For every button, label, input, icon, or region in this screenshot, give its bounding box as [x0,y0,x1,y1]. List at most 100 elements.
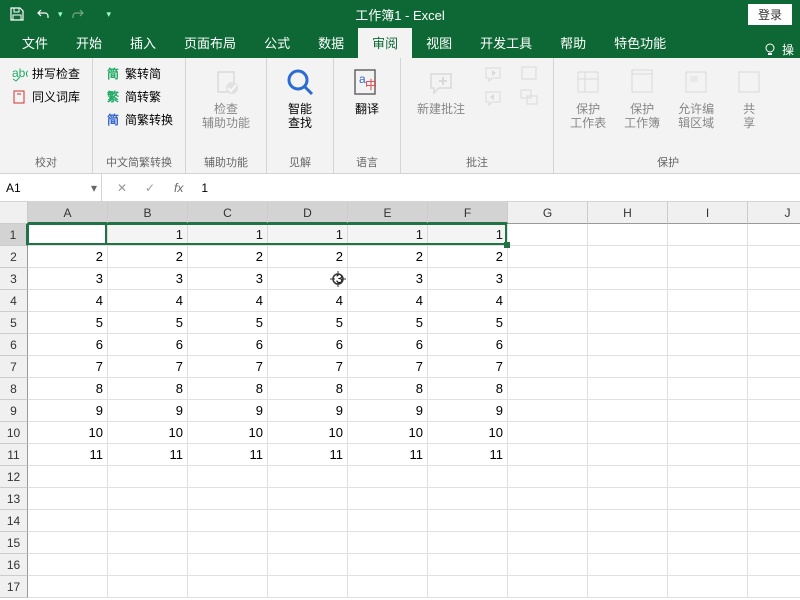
tell-me[interactable]: 操 [762,41,800,58]
cell[interactable] [28,488,108,510]
cell[interactable]: 5 [188,312,268,334]
cell[interactable] [108,466,188,488]
formula-input[interactable] [201,181,792,195]
tab-help[interactable]: 帮助 [546,27,600,58]
cell[interactable] [268,466,348,488]
cell[interactable] [508,488,588,510]
cell[interactable] [428,532,508,554]
cell[interactable]: 2 [188,246,268,268]
cell[interactable] [588,554,668,576]
cell[interactable]: 6 [188,334,268,356]
row-header[interactable]: 3 [0,268,28,290]
cell[interactable] [748,334,800,356]
cell[interactable] [668,224,748,246]
cell[interactable] [428,488,508,510]
cell[interactable] [188,466,268,488]
cell[interactable]: 8 [188,378,268,400]
cell[interactable]: 6 [428,334,508,356]
cell[interactable] [348,488,428,510]
tab-formula[interactable]: 公式 [250,27,304,58]
cell[interactable] [508,532,588,554]
cell[interactable] [588,400,668,422]
cell[interactable] [348,554,428,576]
cell[interactable] [348,510,428,532]
cell[interactable] [668,290,748,312]
row-header[interactable]: 12 [0,466,28,488]
tab-file[interactable]: 文件 [8,27,62,58]
cell[interactable] [508,224,588,246]
cell[interactable] [588,510,668,532]
cell[interactable] [748,224,800,246]
row-header[interactable]: 17 [0,576,28,598]
cell[interactable]: 8 [28,378,108,400]
cell[interactable] [748,290,800,312]
cell[interactable] [748,576,800,598]
cell[interactable]: 3 [268,268,348,290]
cell[interactable] [108,488,188,510]
cell[interactable]: 9 [28,400,108,422]
cell[interactable] [348,576,428,598]
tab-special[interactable]: 特色功能 [600,27,680,58]
row-header[interactable]: 9 [0,400,28,422]
cell[interactable] [428,466,508,488]
cell[interactable]: 3 [108,268,188,290]
cell[interactable] [28,466,108,488]
cell[interactable] [588,246,668,268]
cell[interactable] [748,444,800,466]
cell[interactable]: 7 [268,356,348,378]
row-header[interactable]: 14 [0,510,28,532]
cell[interactable]: 2 [28,246,108,268]
cell[interactable]: 5 [108,312,188,334]
cell[interactable] [268,532,348,554]
cell[interactable] [588,224,668,246]
cell[interactable] [668,246,748,268]
cell[interactable] [668,576,748,598]
qat-customize-icon[interactable]: ▾ [107,9,112,20]
row-header[interactable]: 2 [0,246,28,268]
cell[interactable]: 9 [428,400,508,422]
column-header[interactable]: I [668,202,748,224]
cell[interactable] [188,554,268,576]
cell[interactable] [188,532,268,554]
cell[interactable] [668,554,748,576]
enter-icon[interactable]: ✓ [140,181,160,195]
cell[interactable] [588,356,668,378]
cell[interactable] [508,400,588,422]
undo-icon[interactable] [32,3,54,25]
cell[interactable] [588,488,668,510]
cell[interactable]: 7 [428,356,508,378]
cell[interactable] [668,356,748,378]
cell[interactable] [588,576,668,598]
cell[interactable] [508,510,588,532]
cell[interactable] [508,334,588,356]
cell[interactable] [668,334,748,356]
cell[interactable] [188,576,268,598]
column-header[interactable]: B [108,202,188,224]
cell[interactable]: 4 [428,290,508,312]
cell[interactable]: 5 [348,312,428,334]
simp-to-trad-button[interactable]: 繁简转繁 [101,85,177,108]
cell[interactable] [348,532,428,554]
cell[interactable]: 11 [188,444,268,466]
cell[interactable]: 10 [188,422,268,444]
spell-check-button[interactable]: abc 拼写检查 [8,62,84,85]
cell[interactable]: 8 [108,378,188,400]
cell[interactable] [188,488,268,510]
cell[interactable]: 2 [348,246,428,268]
cell[interactable] [508,356,588,378]
cell[interactable]: 4 [108,290,188,312]
cell[interactable] [428,576,508,598]
column-header[interactable]: J [748,202,800,224]
trad-to-simp-button[interactable]: 简繁转简 [101,62,177,85]
row-header[interactable]: 8 [0,378,28,400]
cell[interactable]: 1 [268,224,348,246]
cell[interactable]: 6 [268,334,348,356]
name-box-input[interactable] [6,181,76,195]
cell[interactable] [668,488,748,510]
name-box-dropdown-icon[interactable]: ▾ [91,181,97,195]
cell[interactable] [748,554,800,576]
cell[interactable] [588,268,668,290]
cell[interactable] [668,532,748,554]
cell[interactable] [428,510,508,532]
cell[interactable]: 1 [28,224,108,246]
